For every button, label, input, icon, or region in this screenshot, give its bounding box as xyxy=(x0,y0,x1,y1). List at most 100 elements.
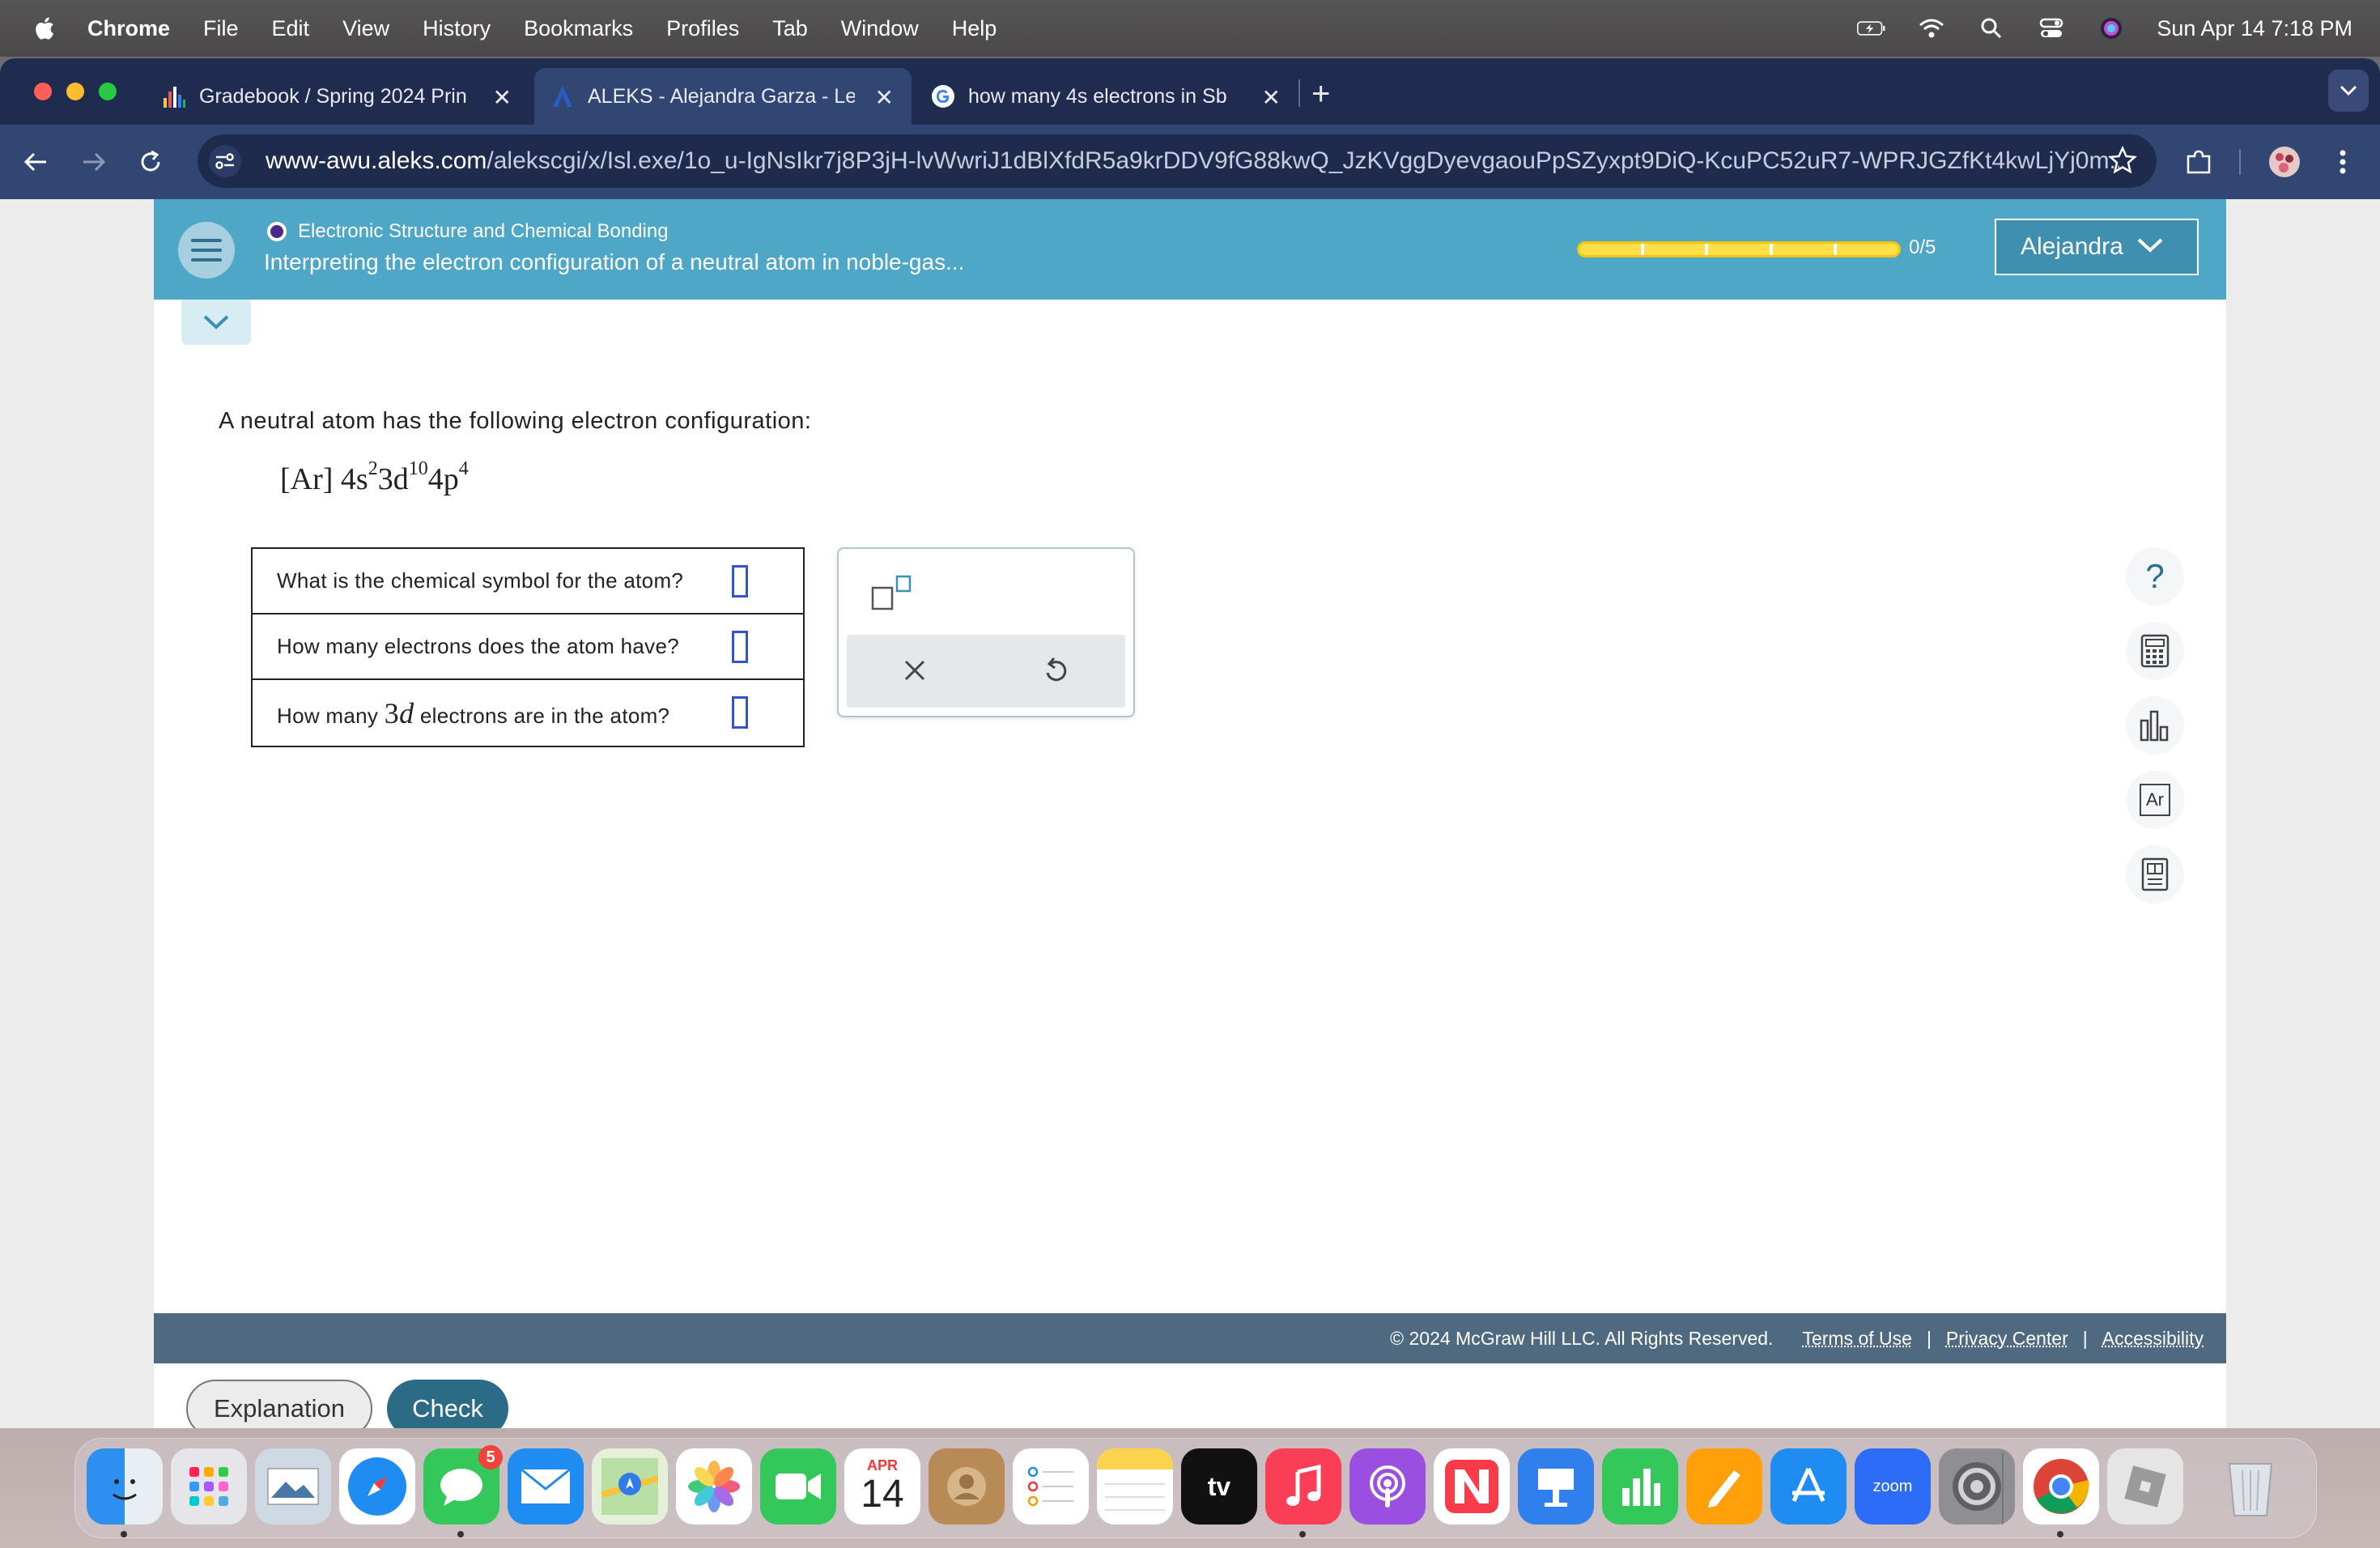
user-menu-button[interactable]: Alejandra xyxy=(1995,219,2199,275)
safari-icon[interactable] xyxy=(339,1448,415,1525)
row-question: How many 3d electrons are in the atom? xyxy=(277,696,669,730)
spotlight-search-icon[interactable] xyxy=(1977,16,2006,40)
menu-window[interactable]: Window xyxy=(841,16,919,41)
tab-google-search[interactable]: how many 4s electrons in Sb ✕ xyxy=(915,68,1298,125)
chrome-icon[interactable] xyxy=(2023,1448,2099,1525)
bookmark-star-icon[interactable] xyxy=(2107,145,2138,179)
copyright-text: © 2024 McGraw Hill LLC. All Rights Reser… xyxy=(1390,1327,1774,1349)
config-s-shell: 4s xyxy=(340,462,368,496)
menubar-status-area: Sun Apr 14 7:18 PM xyxy=(1857,0,2352,57)
tab-search-chevron-icon[interactable] xyxy=(2328,70,2369,112)
url-text[interactable]: www-awu.aleks.com/alekscgi/x/Isl.exe/1o_… xyxy=(266,147,2119,175)
clock[interactable]: Sun Apr 14 7:18 PM xyxy=(2157,16,2352,41)
wifi-icon[interactable] xyxy=(1917,16,1946,40)
new-tab-plus-icon[interactable]: + xyxy=(1311,78,1330,110)
topic-title: Electronic Structure and Chemical Bondin… xyxy=(298,220,669,242)
chrome-menu-icon[interactable] xyxy=(2325,144,2361,180)
close-icon[interactable]: ✕ xyxy=(493,84,512,111)
chemical-symbol-input[interactable] xyxy=(732,565,748,598)
privacy-center-link[interactable]: Privacy Center xyxy=(1946,1328,2068,1350)
config-s-count: 2 xyxy=(368,458,378,479)
menu-profiles[interactable]: Profiles xyxy=(666,16,739,41)
menu-file[interactable]: File xyxy=(203,16,239,41)
menu-app-name[interactable]: Chrome xyxy=(87,16,170,41)
address-bar[interactable]: www-awu.aleks.com/alekscgi/x/Isl.exe/1o_… xyxy=(198,134,2157,188)
keynote-icon[interactable] xyxy=(1518,1448,1594,1525)
config-core: [Ar] xyxy=(280,462,334,496)
tab-aleks[interactable]: ALEKS - Alejandra Garza - Le ✕ xyxy=(534,68,912,125)
control-center-icon[interactable] xyxy=(2037,16,2066,40)
explanation-button[interactable]: Explanation xyxy=(186,1380,372,1428)
close-icon[interactable]: ✕ xyxy=(875,84,894,111)
music-icon[interactable] xyxy=(1265,1448,1341,1525)
periodic-table-button[interactable]: Ar xyxy=(2126,771,2184,829)
contacts-icon[interactable] xyxy=(929,1448,1005,1525)
reference-button[interactable] xyxy=(2126,845,2184,904)
maximize-window-button[interactable] xyxy=(99,83,117,100)
reload-icon[interactable] xyxy=(133,144,168,180)
accessibility-link[interactable]: Accessibility xyxy=(2102,1328,2204,1350)
menu-bookmarks[interactable]: Bookmarks xyxy=(524,16,633,41)
progress-count: 0/5 xyxy=(1909,236,1936,258)
numbers-icon[interactable] xyxy=(1602,1448,1678,1525)
google-favicon-icon xyxy=(931,84,955,108)
help-button[interactable]: ? xyxy=(2126,547,2184,606)
tab-gradebook[interactable]: Gradebook / Spring 2024 Prin ✕ xyxy=(146,68,529,125)
undo-icon xyxy=(1046,657,1067,682)
menu-edit[interactable]: Edit xyxy=(272,16,310,41)
browser-toolbar: www-awu.aleks.com/alekscgi/x/Isl.exe/1o_… xyxy=(0,125,2380,199)
topic-status-dot xyxy=(267,222,287,241)
apple-tv-icon[interactable]: tv xyxy=(1181,1448,1257,1525)
launchpad-icon[interactable] xyxy=(171,1448,247,1525)
profile-avatar[interactable] xyxy=(2267,144,2302,180)
roblox-icon[interactable] xyxy=(2107,1448,2183,1525)
zoom-icon[interactable]: zoom xyxy=(1855,1448,1931,1525)
terms-of-use-link[interactable]: Terms of Use xyxy=(1802,1328,1911,1350)
undo-button[interactable] xyxy=(1038,653,1073,688)
news-icon[interactable] xyxy=(1434,1448,1510,1525)
forward-arrow-icon[interactable] xyxy=(76,144,112,180)
close-window-button[interactable] xyxy=(34,83,52,100)
menu-tab[interactable]: Tab xyxy=(772,16,808,41)
menu-hamburger-icon[interactable] xyxy=(178,222,235,279)
data-chart-button[interactable] xyxy=(2126,696,2184,755)
minimize-window-button[interactable] xyxy=(66,83,84,100)
chevron-down-icon xyxy=(203,315,229,330)
collapse-header-button[interactable] xyxy=(181,300,251,345)
reminders-icon[interactable] xyxy=(1013,1448,1089,1525)
photos-icon[interactable] xyxy=(676,1448,752,1525)
messages-icon[interactable]: 5 xyxy=(423,1445,503,1525)
siri-icon[interactable] xyxy=(2097,16,2126,40)
maps-icon[interactable] xyxy=(592,1448,668,1525)
electron-count-input[interactable] xyxy=(732,631,748,663)
periodic-table-icon: Ar xyxy=(2140,784,2170,816)
preview-icon[interactable] xyxy=(255,1448,331,1525)
battery-charging-icon[interactable] xyxy=(1857,16,1886,40)
calendar-icon[interactable]: APR 14 xyxy=(844,1448,920,1525)
app-store-icon[interactable] xyxy=(1770,1448,1847,1525)
bar-chart-icon xyxy=(2140,710,2169,742)
menu-help[interactable]: Help xyxy=(952,16,997,41)
action-bar: Explanation Check xyxy=(154,1359,2226,1428)
calculator-button[interactable] xyxy=(2126,622,2184,680)
mail-icon[interactable] xyxy=(508,1448,584,1525)
apple-icon[interactable] xyxy=(32,15,55,41)
facetime-icon[interactable] xyxy=(760,1448,836,1525)
finder-icon[interactable] xyxy=(87,1448,163,1525)
superscript-button[interactable] xyxy=(871,573,920,614)
close-icon[interactable]: ✕ xyxy=(1262,84,1281,111)
calculator-icon xyxy=(2140,634,2170,668)
menu-view[interactable]: View xyxy=(342,16,389,41)
site-settings-icon[interactable] xyxy=(209,145,241,177)
menu-history[interactable]: History xyxy=(423,16,491,41)
notes-icon[interactable] xyxy=(1097,1448,1173,1525)
clear-button[interactable] xyxy=(897,653,933,688)
pages-icon[interactable] xyxy=(1686,1448,1762,1525)
3d-electron-count-input[interactable] xyxy=(732,696,748,729)
podcasts-icon[interactable] xyxy=(1349,1448,1426,1525)
dock-separator xyxy=(2002,1453,2004,1525)
extensions-icon[interactable] xyxy=(2181,144,2216,180)
back-arrow-icon[interactable] xyxy=(18,144,53,180)
trash-icon[interactable] xyxy=(2212,1448,2289,1525)
check-button[interactable]: Check xyxy=(387,1380,508,1428)
